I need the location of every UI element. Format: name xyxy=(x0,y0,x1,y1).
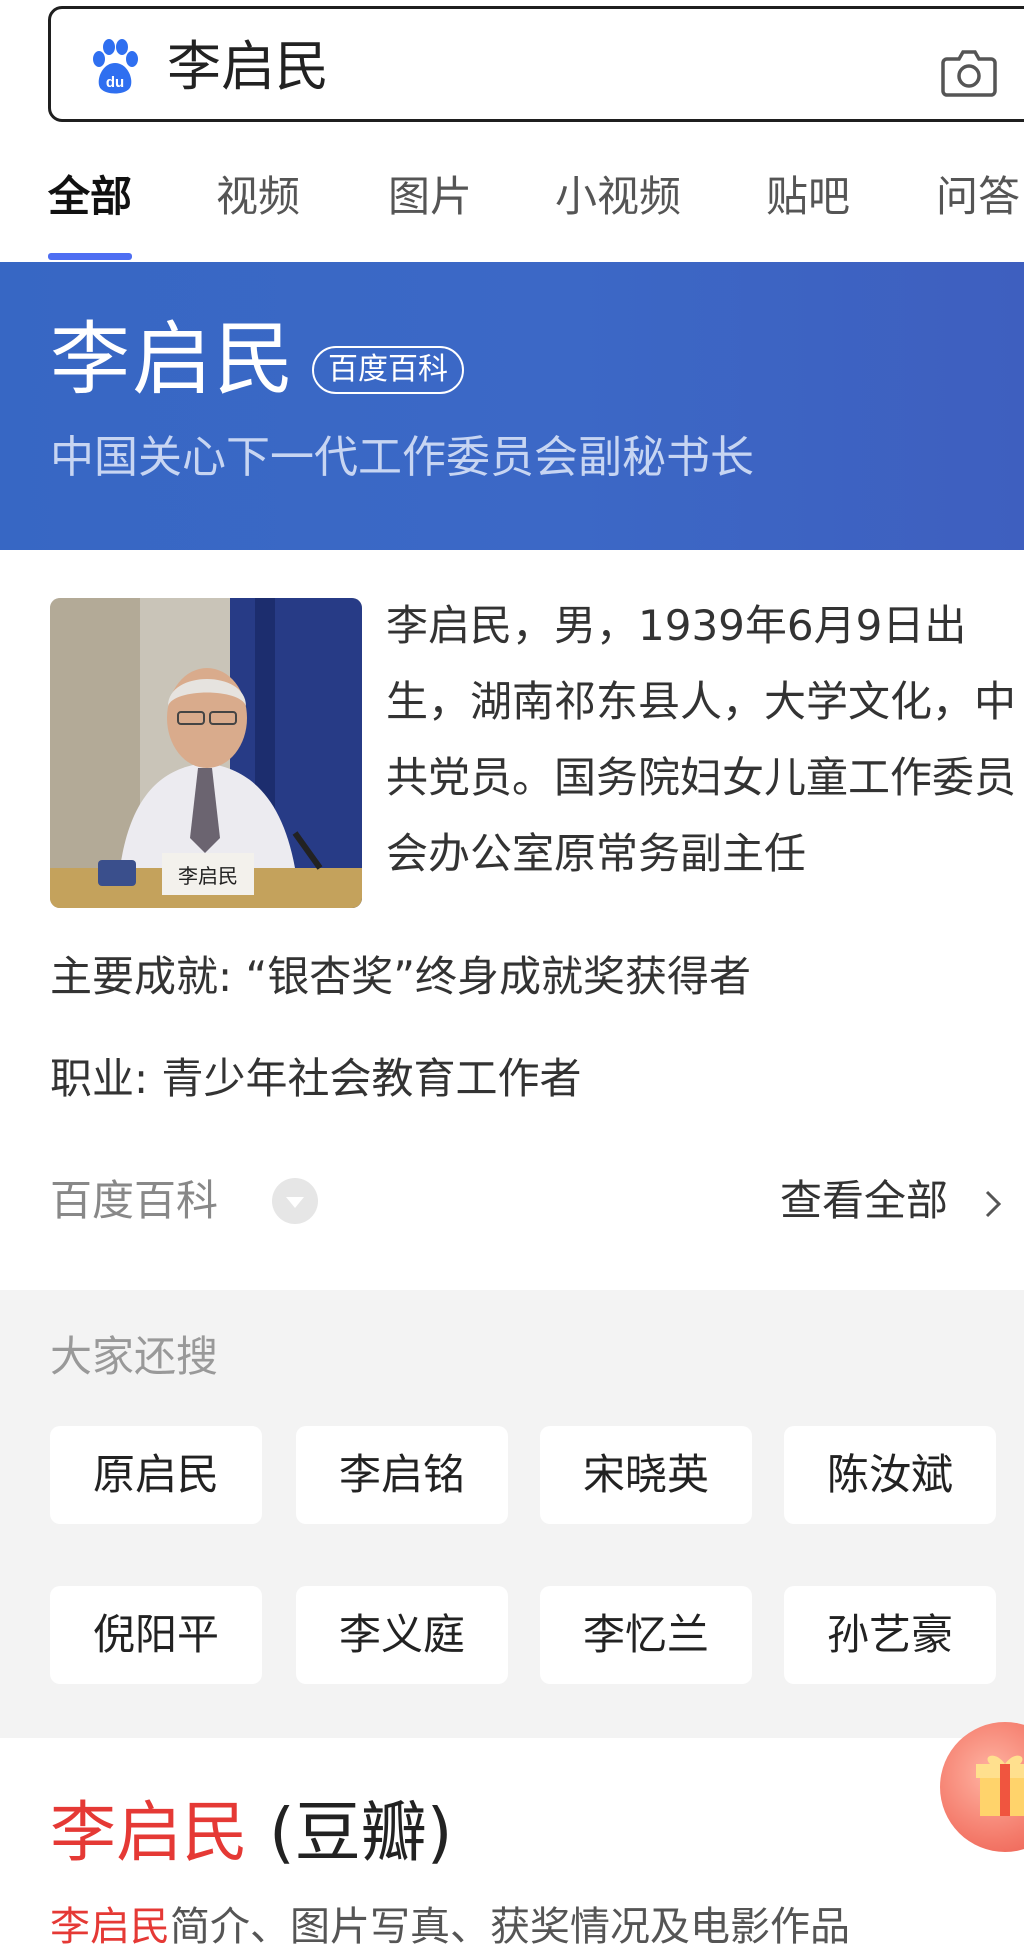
search-input[interactable]: 李启民 xyxy=(167,35,329,99)
baike-header-card[interactable]: 李启民 百度百科 中国关心下一代工作委员会副秘书长 xyxy=(0,262,1024,550)
achievement-row: 主要成就: “银杏奖”终身成就奖获得者 xyxy=(50,950,751,1004)
active-tab-indicator xyxy=(48,253,132,260)
person-photo[interactable]: 李启民 xyxy=(50,598,362,908)
baike-badge: 百度百科 xyxy=(312,346,464,394)
achievement-value: “银杏奖”终身成就奖获得者 xyxy=(245,952,752,1001)
view-all-link[interactable]: 查看全部 xyxy=(780,1174,1005,1228)
name-plate: 李启民 xyxy=(178,864,238,888)
result-title-highlight[interactable]: 李启民 xyxy=(50,1794,248,1871)
result-snippet-rest: 简介、图片写真、获奖情况及电影作品 xyxy=(170,1904,850,1950)
related-chip[interactable]: 孙艺豪 xyxy=(784,1586,996,1684)
tab-video[interactable]: 视频 xyxy=(216,170,300,224)
tab-short-video[interactable]: 小视频 xyxy=(555,170,681,224)
occupation-row: 职业: 青少年社会教育工作者 xyxy=(50,1052,582,1106)
tab-all[interactable]: 全部 xyxy=(48,170,132,224)
svg-text:du: du xyxy=(106,74,124,91)
tab-qa[interactable]: 问答 xyxy=(936,170,1020,224)
tab-images[interactable]: 图片 xyxy=(388,170,472,224)
camera-icon[interactable] xyxy=(941,47,997,97)
result-snippet-highlight: 李启民 xyxy=(50,1904,170,1950)
related-chip[interactable]: 李忆兰 xyxy=(540,1586,752,1684)
occupation-label: 职业: xyxy=(50,1054,149,1103)
result-title[interactable]: 李启民 (豆瓣) xyxy=(50,1792,452,1874)
achievement-label: 主要成就: xyxy=(50,952,233,1001)
tab-tieba[interactable]: 贴吧 xyxy=(766,170,850,224)
related-chip[interactable]: 李启铭 xyxy=(296,1426,508,1524)
related-title: 大家还搜 xyxy=(50,1332,219,1381)
chevron-down-icon[interactable] xyxy=(272,1178,318,1224)
view-all-label[interactable]: 查看全部 xyxy=(780,1176,948,1225)
related-searches: 大家还搜 原启民 李启铭 宋晓英 陈汝斌 倪阳平 李义庭 李忆兰 孙艺豪 xyxy=(0,1290,1024,1738)
entity-subtitle: 中国关心下一代工作委员会副秘书长 xyxy=(50,432,754,483)
source-label: 百度百科 xyxy=(50,1176,219,1225)
related-chip[interactable]: 宋晓英 xyxy=(540,1426,752,1524)
result-title-rest[interactable]: (豆瓣) xyxy=(248,1794,453,1871)
chevron-right-icon xyxy=(986,1190,1002,1217)
occupation-value: 青少年社会教育工作者 xyxy=(161,1054,582,1103)
related-chip[interactable]: 陈汝斌 xyxy=(784,1426,996,1524)
baidu-paw-icon[interactable]: du xyxy=(89,39,141,95)
result-snippet[interactable]: 李启民简介、图片写真、获奖情况及电影作品 xyxy=(50,1900,850,1954)
related-chip[interactable]: 倪阳平 xyxy=(50,1586,262,1684)
search-box[interactable]: du 李启民 xyxy=(48,6,1024,122)
related-chip[interactable]: 原启民 xyxy=(50,1426,262,1524)
person-summary[interactable]: 李启民，男，1939年6月9日出生，湖南祁东县人，大学文化，中共党员。国务院妇女… xyxy=(386,588,1016,892)
related-chip[interactable]: 李义庭 xyxy=(296,1586,508,1684)
entity-title: 李启民 xyxy=(50,313,296,406)
gift-icon[interactable] xyxy=(940,1722,1024,1852)
